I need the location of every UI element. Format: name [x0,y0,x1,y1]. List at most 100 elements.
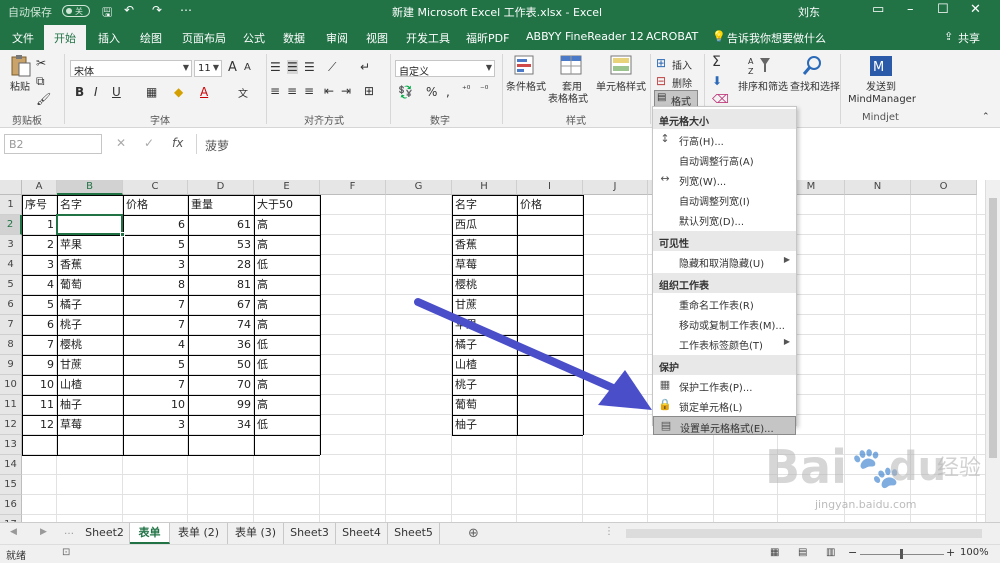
table-header-cell[interactable]: 重量 [188,195,254,215]
table-cell[interactable]: 5 [22,295,57,315]
table-cell[interactable]: 6 [22,315,57,335]
table-header-cell[interactable]: 名字 [452,195,517,215]
select-all-corner[interactable] [0,180,22,195]
table-cell[interactable]: 樱桃 [57,335,123,355]
horizontal-scrollbar[interactable] [626,529,982,538]
table-cell[interactable]: 高 [254,375,320,395]
percent-button[interactable]: % [426,85,437,99]
name-box[interactable]: B2 [4,134,102,154]
tab-formulas[interactable]: 公式 [243,30,265,46]
tab-home[interactable]: 开始 [44,25,86,50]
row-header[interactable]: 9 [0,355,22,375]
sheet-tab-sheet4[interactable]: Sheet4 [336,523,388,544]
row-header[interactable]: 8 [0,335,22,355]
table-cell[interactable]: 5 [123,235,188,255]
borders-icon[interactable]: ▦ [146,85,157,99]
shrink-font-button[interactable]: A [244,62,251,73]
tab-view[interactable]: 视图 [366,30,388,46]
increase-indent-icon[interactable]: ⇥ [341,84,351,98]
sheet-scroll-handle-icon[interactable]: ⋮ [604,526,614,537]
table-cell[interactable]: 橘子 [57,295,123,315]
row-header[interactable]: 2 [0,215,22,235]
autosum-icon[interactable]: Σ [712,54,721,70]
row-header[interactable]: 16 [0,495,22,515]
underline-button[interactable]: U [112,85,121,99]
table-cell[interactable]: 葡萄 [57,275,123,295]
table-cell[interactable]: 甘蔗 [452,295,517,315]
table-header-cell[interactable]: 价格 [123,195,188,215]
table-cell[interactable]: 低 [254,355,320,375]
redo-icon[interactable]: ↷ [152,3,162,17]
table-cell[interactable]: 桃子 [57,315,123,335]
tab-data[interactable]: 数据 [283,30,305,46]
scroll-thumb[interactable] [989,198,997,458]
table-cell[interactable]: 7 [123,295,188,315]
number-format-select[interactable]: 自定义 ▼ [395,60,495,77]
table-cell[interactable]: 99 [188,395,254,415]
tell-me-search[interactable]: 告诉我你想要做什么 [727,30,826,46]
column-header[interactable]: F [320,180,386,195]
orientation-icon[interactable]: ⟋ [328,60,336,75]
table-header-cell[interactable]: 大于50 [254,195,320,215]
minimize-icon[interactable]: – [907,2,914,17]
zoom-out-button[interactable]: − [848,546,857,559]
add-sheet-icon[interactable]: ⊕ [468,526,479,541]
sort-filter-button[interactable]: 排序和筛选 [738,82,788,94]
table-cell[interactable]: 草莓 [57,415,123,435]
comma-button[interactable]: , [446,85,450,99]
table-cell[interactable]: 36 [188,335,254,355]
table-cell[interactable]: 28 [188,255,254,275]
user-name[interactable]: 刘东 [798,4,820,20]
close-icon[interactable]: ✕ [970,2,981,17]
sheet-tab-sheet3[interactable]: Sheet3 [284,523,336,544]
table-cell[interactable]: 7 [123,375,188,395]
bold-button[interactable]: B [75,85,84,99]
row-header[interactable]: 3 [0,235,22,255]
menu-item[interactable]: 隐藏和取消隐藏(U) ▶ [653,252,796,271]
menu-item[interactable]: 移动或复制工作表(M)... [653,314,796,333]
table-cell[interactable]: 山楂 [57,375,123,395]
collapse-ribbon-icon[interactable]: ⌃ [982,112,990,122]
format-as-table-top[interactable]: 套用 [562,82,582,94]
fill-color-icon[interactable]: ◆ [174,85,183,99]
page-break-view-icon[interactable]: ▥ [826,547,835,558]
decrease-indent-icon[interactable]: ⇤ [324,84,334,98]
insert-cells-button[interactable]: 插入 [672,57,692,72]
row-header[interactable]: 7 [0,315,22,335]
table-cell[interactable]: 53 [188,235,254,255]
font-color-icon[interactable]: A [200,85,208,99]
table-cell[interactable]: 高 [254,295,320,315]
menu-item[interactable]: 自动调整列宽(I) [653,190,796,209]
table-cell[interactable]: 低 [254,415,320,435]
mindmanager-icon[interactable]: M [868,54,894,78]
table-cell[interactable]: 葡萄 [452,395,517,415]
table-cell[interactable]: 4 [22,275,57,295]
italic-button[interactable]: I [94,85,98,99]
decrease-decimal-icon[interactable]: ⁻⁰ [480,85,488,95]
row-header[interactable]: 1 [0,195,22,215]
row-header[interactable]: 4 [0,255,22,275]
table-cell[interactable]: 桃子 [452,375,517,395]
table-cell[interactable]: 高 [254,395,320,415]
table-cell[interactable]: 3 [123,415,188,435]
table-cell[interactable]: 1 [22,215,57,235]
menu-item[interactable]: 工作表标签颜色(T) ▶ [653,334,796,353]
menu-item[interactable]: ↔ 列宽(W)... [653,170,796,189]
tab-abbyy[interactable]: ABBYY FineReader 12 [526,30,644,43]
menu-item[interactable]: ↕ 行高(H)... [653,130,796,149]
column-header[interactable]: I [517,180,583,195]
accounting-format-icon[interactable]: 💱 [398,85,413,99]
table-cell[interactable]: 11 [22,395,57,415]
table-cell[interactable]: 柚子 [452,415,517,435]
phonetic-button[interactable]: 文 [238,85,248,100]
column-header[interactable]: J [583,180,648,195]
merge-center-icon[interactable]: ⊞ [364,84,374,98]
column-header[interactable]: G [386,180,452,195]
font-name-select[interactable]: 宋体 ▼ [70,60,192,77]
table-header-cell[interactable]: 价格 [517,195,583,215]
table-cell[interactable]: 12 [22,415,57,435]
more-sheets-icon[interactable]: … [64,526,74,537]
column-header[interactable]: A [22,180,57,195]
sort-filter-icon[interactable]: AZ [746,54,772,78]
zoom-in-button[interactable]: + [946,546,955,559]
